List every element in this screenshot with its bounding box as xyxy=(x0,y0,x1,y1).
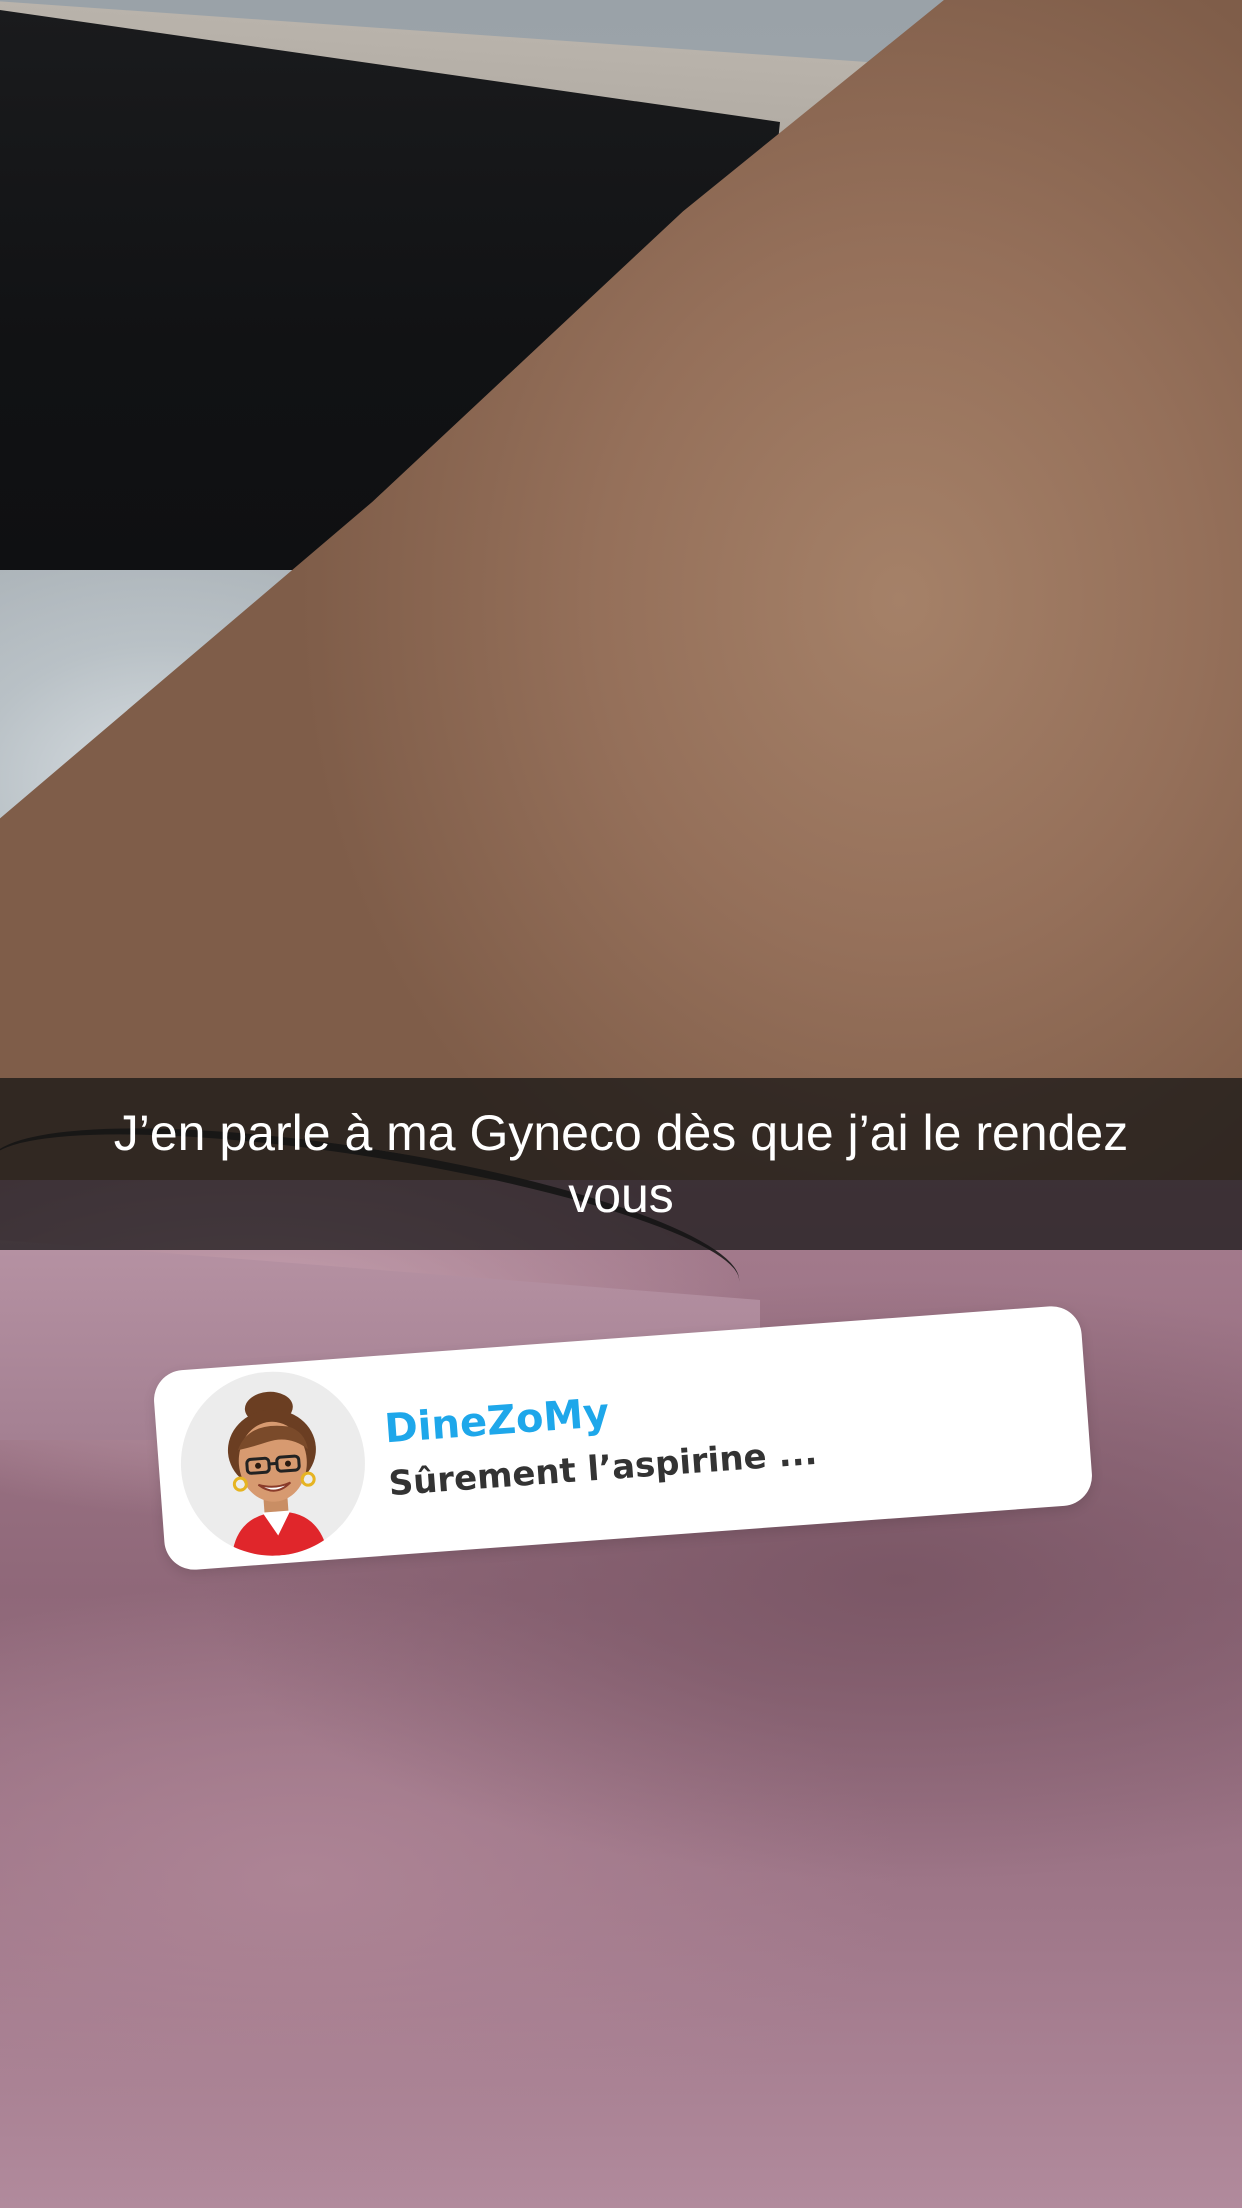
caption-bar: J’en parle à ma Gyneco dès que j’ai le r… xyxy=(0,1078,1242,1250)
snap-story-view: J’en parle à ma Gyneco dès que j’ai le r… xyxy=(0,0,1242,2208)
reply-content: DineZoMy Sûrement l’aspirine ... xyxy=(383,1373,819,1506)
caption-text: J’en parle à ma Gyneco dès que j’ai le r… xyxy=(113,1105,1129,1223)
bitmoji-avatar-icon[interactable] xyxy=(174,1365,372,1563)
